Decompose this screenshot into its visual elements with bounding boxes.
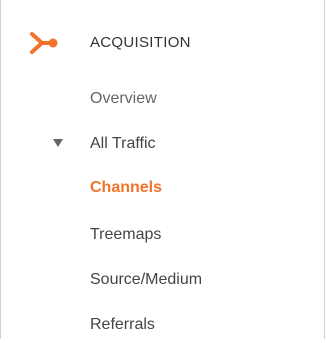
nav-item-treemaps[interactable]: Treemaps bbox=[1, 217, 324, 253]
nav-item-label: Treemaps bbox=[90, 226, 162, 243]
nav-item-label: Overview bbox=[90, 90, 157, 107]
nav-item-label: All Traffic bbox=[90, 135, 156, 152]
nav-item-channels[interactable]: Channels bbox=[1, 170, 324, 206]
nav-item-overview[interactable]: Overview bbox=[1, 81, 324, 117]
acquisition-section-header[interactable]: ACQUISITION bbox=[1, 22, 324, 62]
nav-item-referrals[interactable]: Referrals bbox=[1, 307, 324, 343]
nav-item-all-traffic[interactable]: All Traffic bbox=[1, 126, 324, 162]
caret-down-icon bbox=[53, 139, 63, 147]
nav-item-label: Referrals bbox=[90, 316, 155, 333]
nav-item-label: Source/Medium bbox=[90, 271, 203, 288]
nav-item-source-medium[interactable]: Source/Medium bbox=[1, 262, 324, 298]
acquisition-fork-icon bbox=[30, 32, 58, 54]
sidebar-panel: ACQUISITION Overview All Traffic Channel… bbox=[0, 0, 325, 339]
section-title: ACQUISITION bbox=[90, 34, 191, 51]
nav-item-label: Channels bbox=[90, 179, 163, 196]
